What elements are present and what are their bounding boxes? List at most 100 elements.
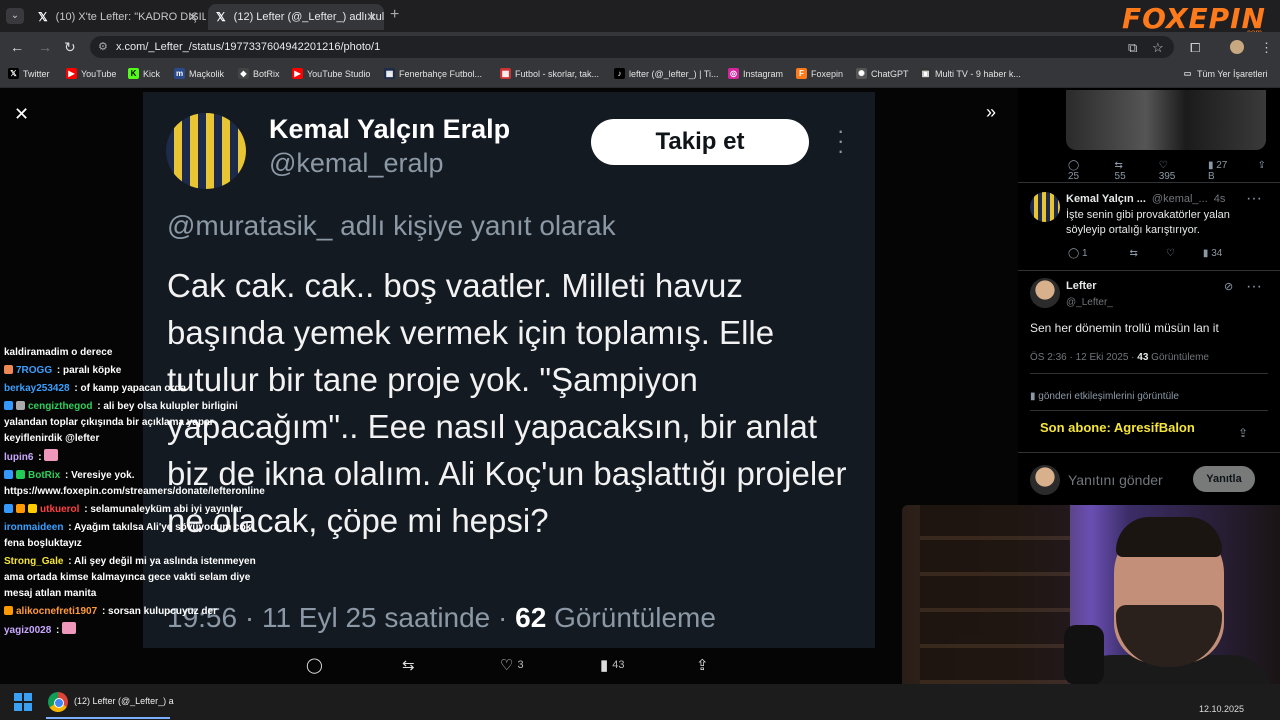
star-icon[interactable]: ☆ — [1152, 40, 1164, 56]
reply-button[interactable]: Yanıtla — [1193, 466, 1255, 492]
view-count[interactable]: ▮ 27 B — [1208, 160, 1244, 182]
main-post-meta: ÖS 2:36 · 12 Eki 2025 · 43 Görüntüleme — [1030, 352, 1209, 363]
bookmark-botrix[interactable]: ◆ BotRix — [238, 68, 280, 79]
share-icon[interactable]: ⇪ — [1238, 426, 1248, 440]
chat-line: Strong_Gale : Ali şey değil mi ya aslınd… — [4, 556, 256, 599]
repost-count[interactable]: ⇆ 55 — [1115, 160, 1145, 182]
more-icon[interactable]: ··· — [1246, 190, 1262, 208]
reply-stats: ◯ 1 ⇆ ♡ ▮ 34 — [1068, 248, 1223, 259]
install-icon[interactable]: ⧉ — [1128, 40, 1137, 56]
bookmark-twitter[interactable]: 𝕏 Twitter — [8, 68, 50, 79]
bookmark-tiktok[interactable]: ♪ lefter (@_lefter_) | Ti... — [614, 68, 719, 79]
tweet-author-handle: @kemal_eralp — [269, 148, 444, 178]
tab-2-label: (12) Lefter (@_Lefter_) adlı kulla — [233, 11, 384, 23]
chat-line: BotRix : Veresiye yok. https://www.foxep… — [4, 470, 265, 497]
url-field[interactable]: ⚙ x.com/_Lefter_/status/1977337604942201… — [90, 36, 1174, 58]
taskbar: (12) Lefter (@_Lefter_) a 12.10.2025 — [0, 684, 1280, 720]
reply-icon: ◯ — [306, 657, 323, 674]
avatar[interactable] — [1030, 278, 1060, 308]
x-logo-icon: 𝕏 — [216, 10, 226, 24]
main-post-text: Sen her dönemin trollü müsün lan it — [1030, 321, 1219, 335]
views-button[interactable]: ▮ 43 — [600, 656, 625, 674]
chat-line: utkuerol : selamunaleyküm abi iyi yayınl… — [0, 501, 270, 519]
subscriber-alert: Son abone: AgresifBalon — [1040, 420, 1195, 435]
main-author-handle[interactable]: @_Lefter_ — [1066, 295, 1113, 310]
divider — [1018, 452, 1280, 453]
bookmark-futbol[interactable]: ▦ Futbol - skorlar, tak... — [500, 68, 599, 79]
chat-line: lupin6 : — [0, 448, 270, 467]
address-bar-row: ← → ↻ ⚙ x.com/_Lefter_/status/1977337604… — [0, 32, 1280, 62]
repost-icon: ⇆ — [402, 657, 415, 674]
close-icon[interactable]: ✕ — [14, 104, 29, 125]
chrome-icon[interactable] — [48, 692, 68, 712]
avatar — [166, 113, 246, 189]
divider — [1030, 410, 1268, 411]
reply-count[interactable]: ◯ 25 — [1068, 160, 1101, 182]
photo-action-bar: ◯ ⇆ ♡ 3 ▮ 43 ⇪ — [260, 656, 730, 678]
windows-start-icon[interactable] — [14, 693, 32, 711]
bookmark-mackolik[interactable]: m Maçkolik — [174, 68, 224, 79]
reply-input[interactable]: Yanıtını gönder — [1068, 472, 1163, 488]
grok-icon[interactable]: ⊘ — [1224, 280, 1233, 293]
extensions-icon[interactable]: ⧠ — [1190, 40, 1200, 56]
heart-icon: ♡ — [500, 657, 514, 674]
stream-chat: kaldiramadim o derece 7ROGG : paralı köp… — [0, 344, 270, 684]
chat-line: ironmaideen : Ayağım takılsa Ali'ye sövü… — [4, 522, 252, 549]
taskbar-app-label[interactable]: (12) Lefter (@_Lefter_) a — [74, 696, 174, 706]
back-arrow-icon[interactable]: ← — [10, 39, 24, 55]
expand-icon[interactable]: » — [986, 102, 996, 123]
webcam-overlay — [902, 505, 1280, 684]
post-stats: ◯ 25 ⇆ 55 ♡ 395 ▮ 27 B ⇪ — [1068, 160, 1280, 182]
streamer-hair — [1116, 517, 1222, 557]
bookshelf — [920, 505, 1070, 684]
forward-arrow-icon[interactable]: → — [38, 39, 52, 55]
avatar[interactable] — [1030, 192, 1060, 222]
menu-icon[interactable]: ⋮ — [1260, 40, 1273, 56]
bookmark-instagram[interactable]: ◎ Instagram — [728, 68, 783, 79]
bookmark-chatgpt[interactable]: ✺ ChatGPT — [856, 68, 909, 79]
reload-icon[interactable]: ↻ — [64, 39, 76, 56]
like-count[interactable]: ♡ 395 — [1159, 160, 1194, 182]
post-photo[interactable] — [1066, 90, 1266, 150]
like-button[interactable]: ♡ 3 — [500, 656, 524, 674]
divider — [1018, 182, 1280, 183]
share-icon[interactable]: ⇪ — [1258, 160, 1266, 182]
blurred-background — [875, 130, 1015, 510]
view-engagements-link[interactable]: ▮ gönderi etkileşimlerini görüntüle — [1030, 389, 1179, 404]
profile-avatar[interactable] — [1230, 40, 1244, 54]
active-indicator — [46, 717, 170, 719]
site-info-icon[interactable]: ⚙ — [98, 36, 108, 58]
new-tab-button[interactable]: + — [390, 6, 399, 24]
bookmark-multitv[interactable]: ▣ Multi TV - 9 haber k... — [920, 68, 1021, 79]
reply-author[interactable]: Kemal Yalçın ... @kemal_... 4s — [1066, 193, 1225, 205]
main-author-name[interactable]: Lefter — [1066, 280, 1097, 292]
clock[interactable]: 12.10.2025 — [1199, 704, 1244, 714]
bookmark-foxepin[interactable]: F Foxepin — [796, 68, 843, 79]
tab-1[interactable]: 𝕏 (10) X'te Lefter: "KADRO DIŞILA ✕ — [30, 4, 206, 30]
bookmark-youtube-studio[interactable]: ▶ YouTube Studio — [292, 68, 370, 79]
chat-line: 7ROGG : paralı köpke — [0, 362, 270, 380]
all-bookmarks[interactable]: ▭ Tüm Yer İşaretleri — [1182, 68, 1268, 79]
tab-2[interactable]: 𝕏 (12) Lefter (@_Lefter_) adlı kulla ✕ — [208, 4, 384, 30]
close-icon[interactable]: ✕ — [188, 10, 198, 24]
bookmarks-bar: 𝕏 Twitter ▶ YouTube K Kick m Maçkolik ◆ BotRi… — [0, 62, 1280, 88]
url-text: x.com/_Lefter_/status/197733760494220121… — [116, 41, 381, 53]
repost-button[interactable]: ⇆ — [402, 656, 419, 674]
microphone — [1064, 625, 1104, 684]
chat-line: alikocnefreti1907 : sorsan kulupcuyuz de… — [0, 603, 270, 621]
tab-bar: ⌄ 𝕏 (10) X'te Lefter: "KADRO DIŞILA ✕ 𝕏 … — [0, 0, 1280, 37]
reply-context: @muratasik_ adlı kişiye yanıt olarak — [167, 210, 616, 241]
follow-button: Takip et — [591, 119, 809, 165]
close-icon[interactable]: ✕ — [366, 10, 376, 24]
divider — [1018, 270, 1280, 271]
bookmark-youtube[interactable]: ▶ YouTube — [66, 68, 116, 79]
tab-search-button[interactable]: ⌄ — [6, 8, 24, 24]
bookmark-kick[interactable]: K Kick — [128, 68, 160, 79]
more-icon[interactable]: ··· — [1246, 278, 1262, 296]
bookmark-fenerbahce[interactable]: ▦ Fenerbahçe Futbol... — [384, 68, 482, 79]
share-button[interactable]: ⇪ — [696, 656, 713, 674]
chat-line: berkay253428 : of kamp yapacan orda — [4, 383, 187, 394]
reply-button[interactable]: ◯ — [306, 656, 327, 674]
chat-line: kaldiramadim o derece — [4, 347, 113, 358]
reply-composer: Yanıtını gönder Yanıtla — [1030, 464, 1258, 496]
